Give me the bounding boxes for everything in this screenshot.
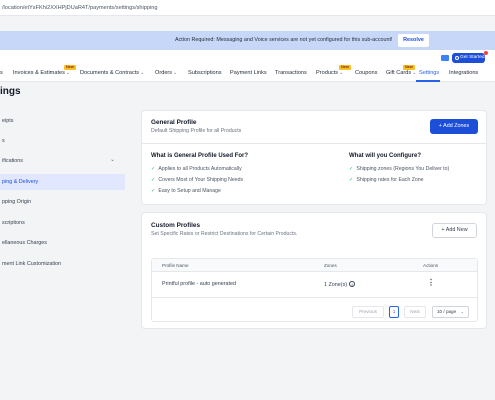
custom-profiles-card: Custom Profiles Set Specific Rates or Re… — [141, 212, 487, 329]
nav-item-transactions[interactable]: Transactions — [275, 70, 307, 76]
page-number-button[interactable]: 1 — [389, 306, 399, 318]
configure-heading: What will you Configure? — [349, 153, 421, 159]
url-bar[interactable]: /location/etYsFKhi2XXHPjDUaR4T/payments/… — [0, 0, 495, 16]
general-profile-card: General Profile Default Shipping Profile… — [141, 110, 487, 205]
info-icon[interactable]: i — [349, 281, 356, 287]
nav-item-settings[interactable]: Settings — [419, 70, 439, 76]
list-item: ✓ Applies to all Products Automatically — [151, 166, 242, 172]
notification-dot-icon — [484, 51, 488, 55]
chevron-down-icon: ⌄ — [65, 70, 71, 76]
sidebar-item-miscellaneous-charges[interactable]: ellaneous Charges — [0, 235, 125, 251]
add-zones-button[interactable]: + Add Zones — [430, 119, 478, 134]
sidebar-item-taxes[interactable]: s — [0, 133, 125, 149]
divider — [152, 297, 477, 298]
divider — [142, 143, 486, 144]
sidebar-item-subscriptions[interactable]: scriptions — [0, 215, 125, 231]
nav-item-coupons[interactable]: Coupons — [355, 70, 377, 76]
banner-message: Action Required: Messaging and Voice ser… — [175, 37, 393, 43]
chevron-down-icon: ⌄ — [460, 309, 464, 314]
column-header-profile-name: Profile Name — [162, 263, 189, 268]
get-started-label: Get Started — [460, 55, 485, 60]
sidebar-item-shipping-origin[interactable]: pping Origin — [0, 194, 125, 210]
page-title: ings — [0, 86, 21, 97]
column-header-zones: Zones — [324, 263, 337, 268]
check-icon: ✓ — [151, 177, 156, 183]
chevron-down-icon: ⌄ — [412, 70, 417, 76]
check-icon: ✓ — [151, 188, 156, 194]
add-new-button[interactable]: + Add New — [432, 223, 477, 238]
nav-item-payment-links[interactable]: Payment Links — [230, 70, 267, 76]
sidebar-item-shipping-delivery[interactable]: ping & Delivery — [0, 174, 125, 190]
chevron-down-icon: ⌄ — [339, 70, 344, 76]
table-header: Profile Name Zones Actions — [152, 259, 477, 272]
sidebar-item-notifications[interactable]: ifications — [0, 153, 125, 169]
message-icon[interactable] — [441, 55, 449, 61]
used-for-heading: What is General Profile Used For? — [151, 153, 249, 159]
resolve-button[interactable]: Resolve — [398, 34, 429, 47]
check-icon: ✓ — [349, 166, 354, 172]
active-tab-indicator — [416, 80, 440, 82]
new-badge: New — [64, 65, 76, 70]
list-item: ✓ Easy to Setup and Manage — [151, 188, 221, 194]
check-icon: ✓ — [151, 166, 156, 172]
sidebar-item-receipts[interactable]: eipts — [0, 113, 125, 129]
more-vertical-icon[interactable]: ⋮ — [427, 278, 435, 287]
next-page-button[interactable]: Next — [404, 306, 426, 318]
get-started-icon — [455, 56, 459, 60]
chevron-down-icon: ⌄ — [110, 157, 116, 163]
nav-item-gift-cards[interactable]: Gift Cards⌄ — [386, 70, 416, 76]
list-item: ✓ Shipping zones (Regions You Deliver to) — [349, 166, 450, 172]
check-icon: ✓ — [349, 177, 354, 183]
nav-item-partial[interactable]: s — [0, 70, 3, 76]
list-item: ✓ Covers Most of Your Shipping Needs — [151, 177, 244, 183]
general-profile-title: General Profile — [151, 119, 197, 126]
sidebar-item-payment-link-customization[interactable]: ment Link Customization — [0, 256, 125, 272]
new-badge: New — [403, 65, 415, 70]
nav-item-documents[interactable]: Documents & Contracts⌄ — [80, 70, 144, 76]
nav-item-invoices[interactable]: Invoices & Estimates⌄ — [13, 70, 70, 76]
nav-item-subscriptions[interactable]: Subscriptions — [188, 70, 222, 76]
get-started-button[interactable]: Get Started — [452, 53, 485, 63]
column-header-actions: Actions — [423, 263, 439, 268]
custom-profiles-subtitle: Set Specific Rates or Restrict Destinati… — [151, 231, 298, 237]
custom-profiles-title: Custom Profiles — [151, 222, 201, 229]
chevron-down-icon: ⌄ — [173, 70, 178, 76]
action-required-banner: Action Required: Messaging and Voice ser… — [0, 31, 495, 50]
profile-name-cell: Printful profile - auto generated — [162, 281, 237, 287]
list-item: ✓ Shipping rates for Each Zone — [349, 177, 424, 183]
general-profile-subtitle: Default Shipping Profile for all Product… — [151, 128, 242, 134]
page-size-select[interactable]: 10 / page ⌄ — [432, 306, 469, 318]
previous-page-button[interactable]: Previous — [352, 306, 384, 318]
nav-item-orders[interactable]: Orders⌄ — [155, 70, 177, 76]
profiles-table: Profile Name Zones Actions Printful prof… — [151, 258, 478, 322]
nav-item-integrations[interactable]: Integrations — [449, 70, 478, 76]
new-badge: New — [339, 65, 351, 70]
chevron-down-icon: ⌄ — [140, 70, 145, 76]
nav-item-products[interactable]: Products⌄ — [316, 70, 343, 76]
zones-cell: 1 Zone(s) i — [324, 281, 356, 288]
